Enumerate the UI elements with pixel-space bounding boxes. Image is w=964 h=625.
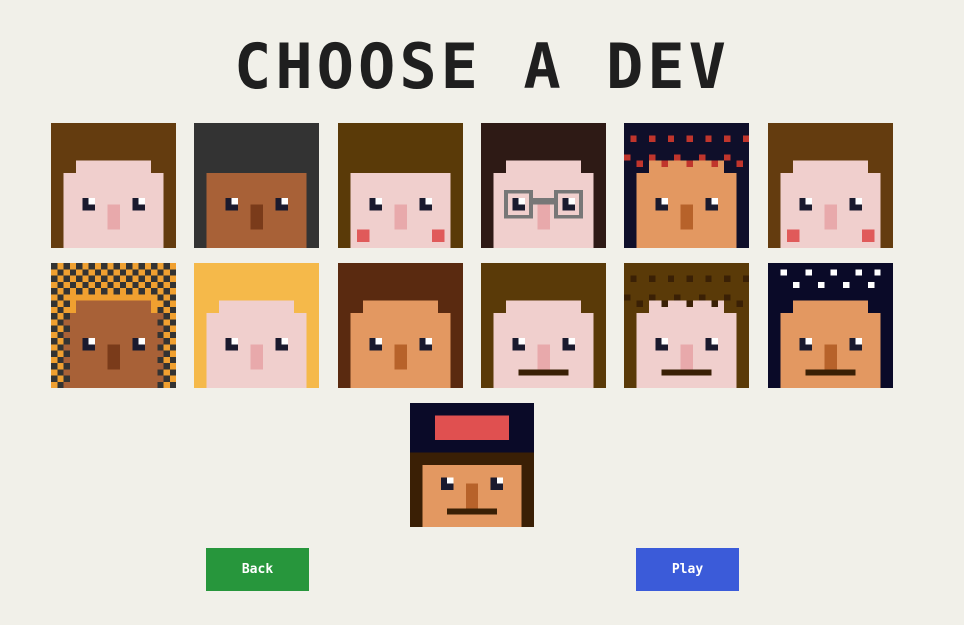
dev-avatar-5[interactable] [624,123,749,248]
dev-avatar-1[interactable] [51,123,176,248]
dev-avatar-9[interactable] [338,263,463,388]
dev-avatar-2[interactable] [194,123,319,248]
dev-avatar-8[interactable] [194,263,319,388]
dev-avatar-13[interactable] [410,403,534,527]
page-title: CHOOSE A DEV [234,30,730,103]
dev-avatar-11[interactable] [624,263,749,388]
dev-avatar-4[interactable] [481,123,606,248]
dev-avatar-7[interactable] [51,263,176,388]
dev-avatar-6[interactable] [768,123,893,248]
back-button[interactable]: Back [206,548,309,591]
dev-avatar-12[interactable] [768,263,893,388]
play-button[interactable]: Play [636,548,739,591]
dev-avatar-3[interactable] [338,123,463,248]
dev-avatar-10[interactable] [481,263,606,388]
